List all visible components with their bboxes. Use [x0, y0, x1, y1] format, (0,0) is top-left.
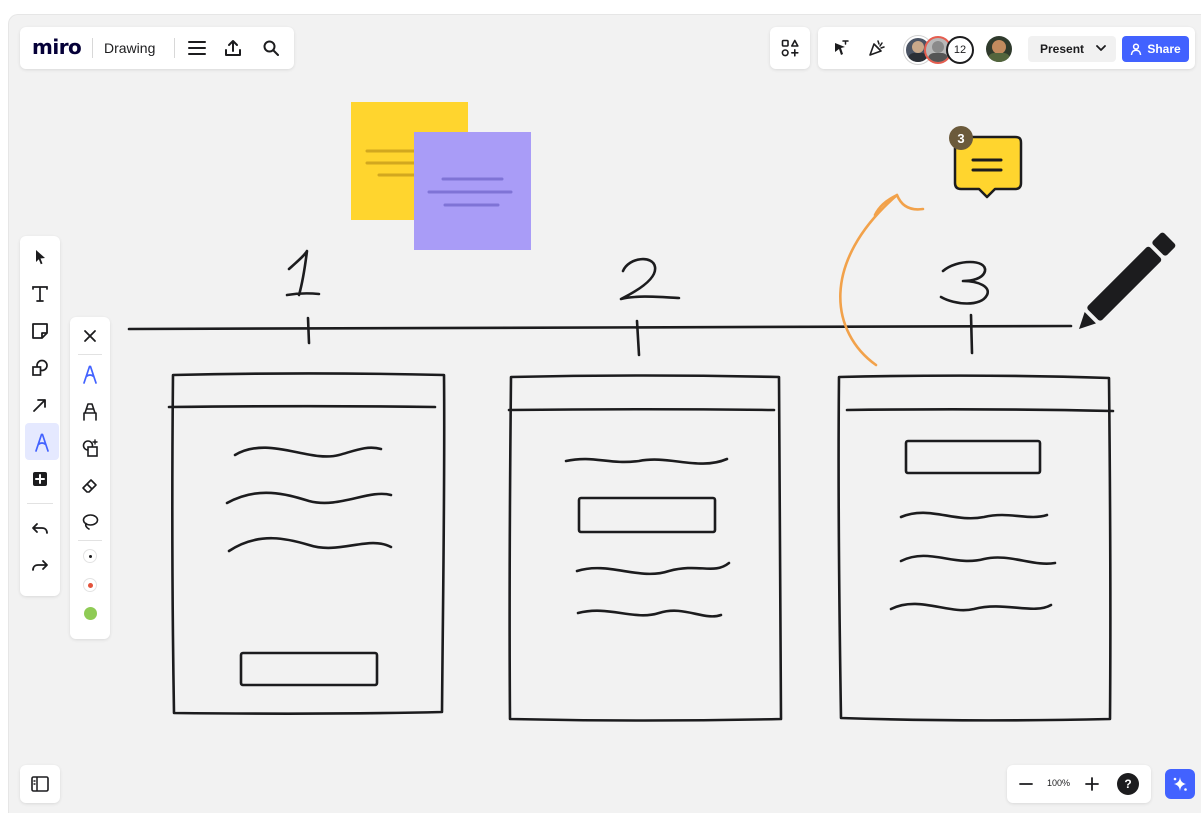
- timeline-line: [127, 324, 1073, 331]
- current-user-avatar[interactable]: [986, 36, 1012, 62]
- user-icon: [1130, 43, 1142, 55]
- orange-arrow: [839, 193, 925, 367]
- color-red[interactable]: [74, 571, 106, 599]
- add-icon[interactable]: [21, 460, 59, 497]
- redo-icon[interactable]: [21, 547, 59, 584]
- board-canvas[interactable]: 3 miro Drawing 12 Present Share 100% ?: [8, 14, 1201, 813]
- comment-count-badge: 3: [957, 131, 964, 146]
- search-icon[interactable]: [260, 37, 282, 59]
- cursor-tracking-icon[interactable]: [830, 37, 852, 59]
- zoom-in-icon[interactable]: [1083, 775, 1101, 793]
- frames-panel-toggle[interactable]: [20, 765, 60, 803]
- wireframe-card-3: [837, 374, 1112, 722]
- shapes-icon[interactable]: [21, 349, 59, 386]
- avatar: [932, 41, 944, 53]
- zoom-out-icon[interactable]: [1017, 775, 1035, 793]
- arrow-icon[interactable]: [21, 386, 59, 423]
- cursor-icon[interactable]: [21, 238, 59, 275]
- board-name[interactable]: Drawing: [104, 40, 155, 56]
- handwritten-number-2: [619, 257, 681, 301]
- chevron-down-icon[interactable]: [1096, 44, 1106, 52]
- handwritten-number-1: [285, 249, 321, 297]
- lasso-icon[interactable]: [74, 503, 106, 540]
- zoom-level[interactable]: 100%: [1047, 778, 1070, 788]
- handwritten-number-3: [939, 260, 990, 305]
- color-black[interactable]: [74, 541, 106, 571]
- eraser-icon[interactable]: [74, 466, 106, 503]
- menu-icon[interactable]: [186, 37, 208, 59]
- undo-icon[interactable]: [21, 510, 59, 547]
- app-header: miro Drawing: [20, 27, 294, 69]
- help-button[interactable]: ?: [1117, 773, 1139, 795]
- smart-draw-icon[interactable]: [74, 429, 106, 466]
- color-green[interactable]: [74, 599, 106, 627]
- apps-icon[interactable]: [781, 39, 799, 57]
- present-button[interactable]: Present: [1028, 36, 1116, 62]
- comment-bubble[interactable]: 3: [949, 126, 1023, 199]
- board-sketch: 3: [127, 102, 1177, 722]
- pen-icon[interactable]: [74, 355, 106, 392]
- sticky-note-icon[interactable]: [21, 312, 59, 349]
- miro-logo[interactable]: miro: [32, 35, 82, 59]
- text-icon[interactable]: [21, 275, 59, 312]
- drawing-toolbar: [70, 317, 110, 639]
- collaborators-overflow-count[interactable]: 12: [946, 36, 974, 64]
- main-toolbar: [20, 236, 60, 596]
- pen-icon[interactable]: [24, 423, 59, 460]
- wireframe-card-2: [508, 374, 783, 722]
- sparkle-icon: [1171, 775, 1189, 793]
- apps-panel: [770, 27, 810, 69]
- ai-assist-button[interactable]: [1165, 769, 1195, 799]
- zoom-controls: 100% ?: [1007, 765, 1151, 803]
- close-icon[interactable]: [74, 317, 106, 354]
- share-button[interactable]: Share: [1122, 36, 1189, 62]
- highlighter-icon[interactable]: [74, 392, 106, 429]
- collaboration-toolbar: 12 Present Share: [818, 27, 1195, 69]
- avatar: [912, 41, 924, 53]
- sidebar-icon: [31, 776, 49, 792]
- marker-pen-drawing[interactable]: [1072, 231, 1177, 336]
- export-icon[interactable]: [222, 37, 244, 59]
- celebrate-icon[interactable]: [866, 37, 888, 59]
